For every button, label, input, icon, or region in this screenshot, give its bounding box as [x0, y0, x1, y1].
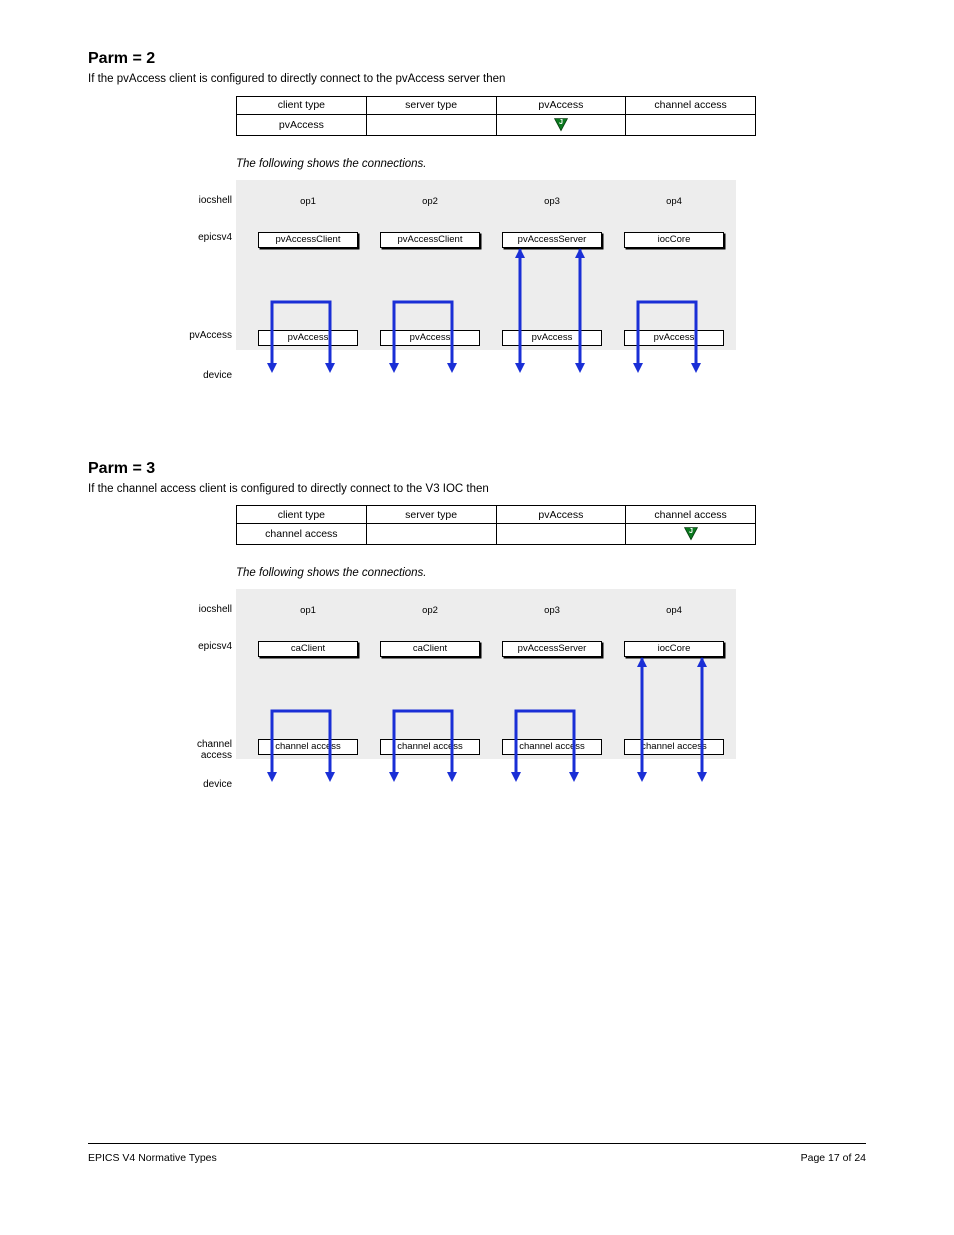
pv-box: channel access [380, 739, 480, 755]
ep-box: pvAccessServer [502, 641, 602, 657]
sections-container: Parm = 2 If the pvAccess client is config… [88, 50, 866, 803]
row-label-pv: pvAccess [172, 330, 232, 341]
svg-text:J: J [559, 117, 563, 126]
os-caption: op1 [258, 605, 358, 616]
figure-area: The following shows the connections.iocs… [236, 158, 766, 394]
parm-header: server type [366, 506, 496, 524]
row-label-os: iocshell [172, 195, 232, 206]
ep-box: iocCore [624, 641, 724, 657]
section-subtext: If the pvAccess client is configured to … [88, 72, 866, 88]
row-label-ep: epicsv4 [172, 641, 232, 652]
os-caption: op2 [380, 196, 480, 207]
os-caption: op3 [502, 605, 602, 616]
figure-canvas: iocshellepicsv4channel accessdeviceop1op… [236, 583, 756, 803]
parm-header: channel access [626, 96, 756, 114]
ep-box: caClient [380, 641, 480, 657]
pv-box: pvAccess [258, 330, 358, 346]
parm-cell: pvAccess [237, 114, 367, 135]
parm-table: client typeserver typepvAccesschannel ac… [236, 505, 756, 545]
footer-right: Page 17 of 24 [801, 1152, 866, 1164]
os-caption: op4 [624, 605, 724, 616]
section: Parm = 2 If the pvAccess client is config… [88, 50, 866, 394]
row-label-ep: epicsv4 [172, 232, 232, 243]
pv-box: channel access [624, 739, 724, 755]
row-label-dev: device [172, 779, 232, 790]
parm-header: pvAccess [496, 96, 626, 114]
os-caption: op3 [502, 196, 602, 207]
ep-box: iocCore [624, 232, 724, 248]
footer-rule [88, 1143, 866, 1144]
ep-box: pvAccessClient [380, 232, 480, 248]
pv-box: pvAccess [502, 330, 602, 346]
figure-area: The following shows the connections. iocs… [236, 567, 766, 803]
parm-cell [626, 114, 756, 135]
parm-header: pvAccess [496, 506, 626, 524]
section-heading: Parm = 2 [88, 50, 866, 68]
svg-text:J: J [689, 526, 693, 535]
footer: EPICS V4 Normative Types Page 17 of 24 [88, 1152, 866, 1164]
figure-caption: The following shows the connections. [236, 567, 766, 579]
ep-box: caClient [258, 641, 358, 657]
parm-cell-marker: J [626, 524, 756, 545]
os-caption: op4 [624, 196, 724, 207]
parm-header: channel access [626, 506, 756, 524]
parm-cell [366, 114, 496, 135]
parm-header: server type [366, 96, 496, 114]
page: Parm = 2 If the pvAccess client is config… [0, 0, 954, 1200]
section-heading: Parm = 3 [88, 460, 866, 478]
pv-box: channel access [258, 739, 358, 755]
pv-box: channel access [502, 739, 602, 755]
os-caption: op1 [258, 196, 358, 207]
os-caption: op2 [380, 605, 480, 616]
figure-canvas: iocshellepicsv4pvAccessdeviceop1op2op3op… [236, 174, 756, 394]
pv-box: pvAccess [380, 330, 480, 346]
parm-cell: channel access [237, 524, 367, 545]
footer-left: EPICS V4 Normative Types [88, 1152, 217, 1164]
parm-header: client type [237, 506, 367, 524]
parm-table: client typeserver typepvAccesschannel ac… [236, 96, 756, 136]
parm-header: client type [237, 96, 367, 114]
section-subtext: If the channel access client is configur… [88, 482, 866, 498]
row-label-os: iocshell [172, 604, 232, 615]
check-marker-icon: J [553, 117, 569, 133]
parm-cell [496, 524, 626, 545]
ep-box: pvAccessServer [502, 232, 602, 248]
parm-cell-marker: J [496, 114, 626, 135]
row-label-pv: channel access [172, 739, 232, 761]
ep-box: pvAccessClient [258, 232, 358, 248]
pv-box: pvAccess [624, 330, 724, 346]
row-label-dev: device [172, 370, 232, 381]
figure-caption: The following shows the connections. [236, 158, 766, 170]
check-marker-icon: J [683, 526, 699, 542]
section: Parm = 3 If the channel access client is … [88, 460, 866, 804]
parm-cell [366, 524, 496, 545]
